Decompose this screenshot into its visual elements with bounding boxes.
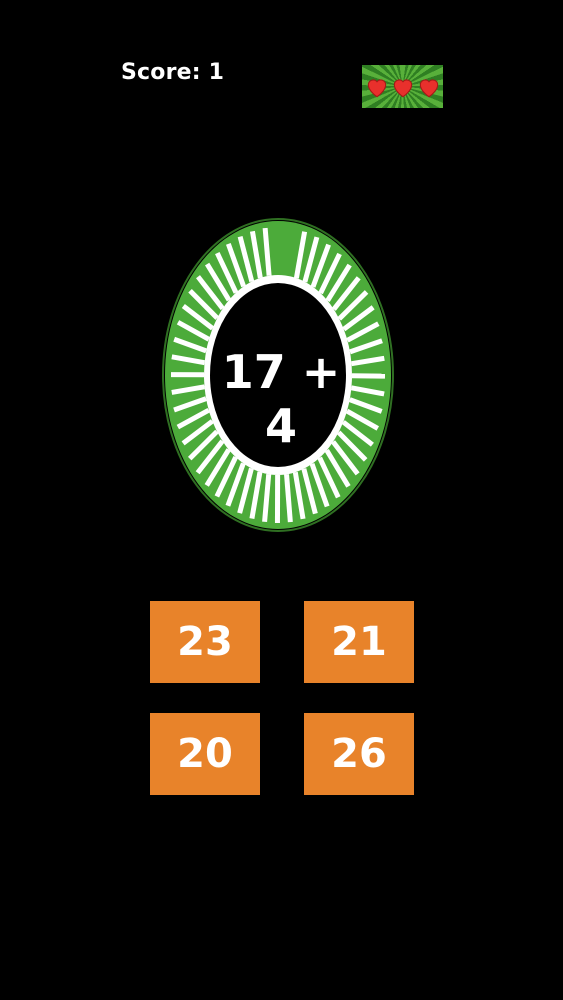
answer-button[interactable]: 26 — [304, 713, 414, 795]
answer-button[interactable]: 20 — [150, 713, 260, 795]
score-label: Score: 1 — [121, 60, 225, 85]
lives-indicator — [362, 65, 443, 108]
math-question: 17 + 4 — [221, 345, 341, 453]
answer-button[interactable]: 23 — [150, 601, 260, 683]
heart-icon — [393, 79, 412, 97]
heart-icon — [367, 79, 386, 97]
heart-icon — [419, 79, 438, 97]
answer-button[interactable]: 21 — [304, 601, 414, 683]
